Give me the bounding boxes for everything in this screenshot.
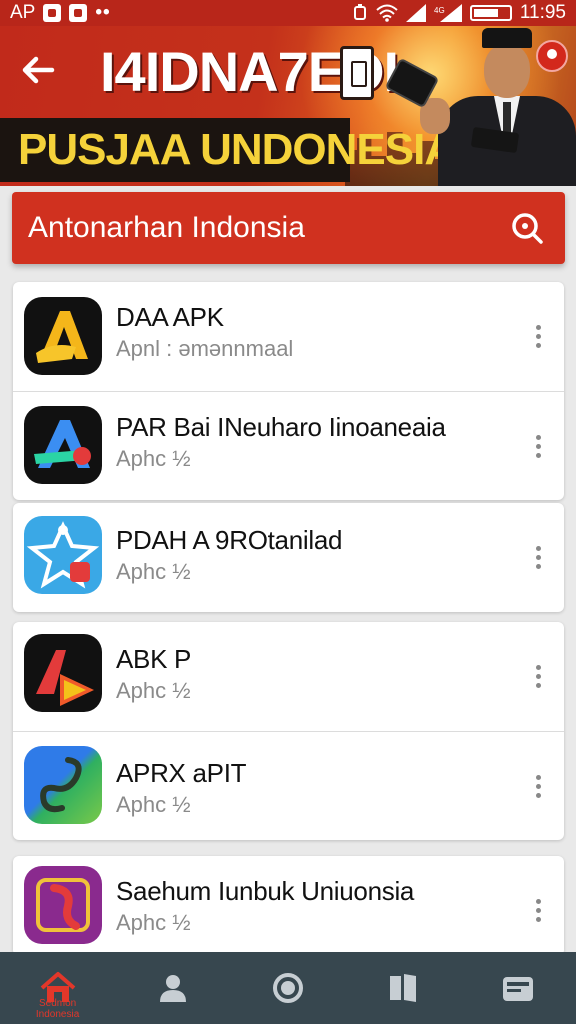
- app-subtitle: Aphc ½: [116, 559, 191, 584]
- app-subtitle: Aphc ½: [116, 446, 191, 471]
- search-button[interactable]: [505, 206, 549, 250]
- nav-home-label: Sedmon Indonesia: [35, 998, 80, 1020]
- nav-home[interactable]: Sedmon Indonesia: [18, 952, 98, 1024]
- list-item[interactable]: APRX aPIT Aphc ½: [13, 731, 564, 840]
- book-icon: [390, 974, 417, 1002]
- more-options-button[interactable]: [526, 768, 550, 804]
- app-subtitle: Apnl : əmənnmaal: [116, 336, 294, 361]
- list-item[interactable]: PAR Bai INeuharo Iinoaneaia Aphc ½: [13, 391, 564, 500]
- search-icon: [512, 213, 543, 244]
- circle-icon: [272, 973, 303, 1003]
- app-subtitle: Aphc ½: [116, 792, 191, 817]
- list-item[interactable]: PDAH A 9ROtanilad Aphc ½: [13, 503, 564, 612]
- more-options-button[interactable]: [526, 540, 550, 576]
- more-options-button[interactable]: [526, 319, 550, 355]
- battery-icon: [469, 5, 512, 21]
- phone-icon: [340, 46, 374, 100]
- search-query[interactable]: Antonarhan Indonsia: [28, 211, 505, 245]
- signal-icon-2: 4G: [434, 4, 462, 22]
- svg-text:4G: 4G: [434, 6, 445, 15]
- blue-star-icon: [24, 516, 102, 594]
- app-list-card: PDAH A 9ROtanilad Aphc ½: [13, 503, 564, 612]
- more-options-button[interactable]: [526, 659, 550, 695]
- nav-circle[interactable]: [248, 952, 328, 1024]
- list-item[interactable]: Saehum Iunbuk Uniuonsia Aphc ½: [13, 856, 564, 965]
- app-list-card: Saehum Iunbuk Uniuonsia Aphc ½: [13, 856, 564, 956]
- app-list-card: ABK P Aphc ½ APRX aPIT Aphc ½: [13, 622, 564, 840]
- red-play-icon: [24, 634, 102, 712]
- alarm-icon: [353, 4, 366, 20]
- notification-button[interactable]: [536, 40, 568, 72]
- more-options-button[interactable]: [526, 428, 550, 464]
- header-banner: I4IDNA7EDI PUSJAA UNDONESIA: [0, 26, 576, 186]
- profile-icon: [159, 975, 186, 1002]
- more-options-button[interactable]: [526, 893, 550, 929]
- notification-icon-2: [69, 4, 88, 22]
- wallet-icon: [503, 977, 534, 1001]
- green-s-icon: [24, 746, 102, 824]
- nav-wallet[interactable]: [478, 952, 558, 1024]
- bottom-navigation: Sedmon Indonesia: [0, 952, 576, 1024]
- nav-profile[interactable]: [133, 952, 213, 1024]
- more-notifications-icon: ••: [95, 2, 111, 23]
- list-item[interactable]: ABK P Aphc ½: [13, 622, 564, 731]
- purple-flag-icon: [24, 866, 102, 944]
- status-bar: AP •• 4G 11:95: [0, 0, 576, 26]
- gradient-a-icon: [24, 406, 102, 484]
- nav-library[interactable]: [363, 952, 443, 1024]
- app-title: PAR Bai INeuharo Iinoaneaia: [116, 412, 446, 442]
- list-item[interactable]: DAA APK Apnl : əmənnmaal: [13, 282, 564, 391]
- search-bar[interactable]: Antonarhan Indonsia: [12, 192, 565, 264]
- carrier-label: AP: [10, 2, 36, 23]
- app-title: APRX aPIT: [116, 758, 247, 788]
- app-title: DAA APK: [116, 302, 224, 332]
- yellow-a-icon: [24, 297, 102, 375]
- back-button[interactable]: [18, 50, 68, 90]
- app-subtitle: Aphc ½: [116, 910, 191, 935]
- wifi-icon: [376, 4, 398, 22]
- signal-icon: [405, 4, 426, 22]
- notification-icon: [43, 4, 62, 22]
- app-subtitle: Aphc ½: [116, 678, 191, 703]
- clock: 11:95: [519, 2, 566, 23]
- banner-subtitle: PUSJAA UNDONESIA: [18, 125, 456, 174]
- app-list-card: DAA APK Apnl : əmənnmaal PAR Bai INeuhar…: [13, 282, 564, 500]
- app-title: PDAH A 9ROtanilad: [116, 525, 343, 555]
- back-arrow-icon: [22, 56, 55, 84]
- app-title: Saehum Iunbuk Uniuonsia: [116, 876, 415, 906]
- app-title: ABK P: [116, 644, 192, 674]
